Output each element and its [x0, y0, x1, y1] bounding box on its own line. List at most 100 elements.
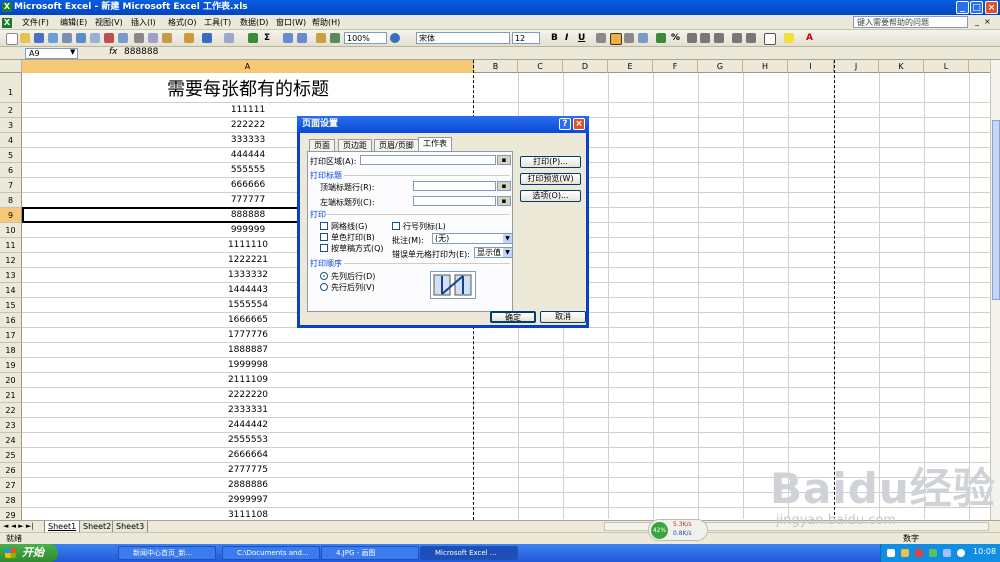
- percent-icon[interactable]: %: [671, 33, 680, 43]
- font-color-icon[interactable]: A: [806, 33, 813, 43]
- copy-icon[interactable]: [148, 33, 158, 43]
- doc-close-icon[interactable]: ×: [984, 17, 991, 26]
- increase-indent-icon[interactable]: [746, 33, 756, 43]
- row-header[interactable]: 2: [0, 103, 22, 118]
- row-header[interactable]: 14: [0, 283, 22, 298]
- row-header[interactable]: 3: [0, 118, 22, 133]
- cell-A[interactable]: 2888886: [23, 480, 473, 490]
- column-header-D[interactable]: D: [563, 60, 608, 73]
- sheet-nav-buttons[interactable]: ◄ ◄ ► ►|: [3, 522, 34, 530]
- order-down-radio[interactable]: [320, 272, 328, 280]
- cell-A[interactable]: 2444442: [23, 420, 473, 430]
- doc-min-icon[interactable]: _: [975, 17, 979, 26]
- row-header[interactable]: 12: [0, 253, 22, 268]
- row-header[interactable]: 17: [0, 328, 22, 343]
- column-header-J[interactable]: J: [834, 60, 879, 73]
- spelling-icon[interactable]: [104, 33, 114, 43]
- cell-A[interactable]: 2777775: [23, 465, 473, 475]
- start-button[interactable]: 开始: [0, 544, 58, 562]
- dialog-help-icon[interactable]: ?: [559, 118, 571, 130]
- name-box-dropdown-icon[interactable]: ▼: [70, 48, 75, 56]
- comma-style-icon[interactable]: [687, 33, 697, 43]
- cell-A[interactable]: 1777776: [23, 330, 473, 340]
- column-header-I[interactable]: I: [788, 60, 834, 73]
- row-header[interactable]: 8: [0, 193, 22, 208]
- network-monitor-widget[interactable]: 42% 5.3K/s 0.8K/s: [648, 519, 708, 541]
- print-button[interactable]: 打印(P)...: [520, 156, 581, 168]
- vertical-scroll-thumb[interactable]: [992, 120, 1000, 300]
- row-header[interactable]: 15: [0, 298, 22, 313]
- bw-checkbox[interactable]: [320, 233, 328, 241]
- cut-icon[interactable]: [134, 33, 144, 43]
- row-header[interactable]: 13: [0, 268, 22, 283]
- row-header[interactable]: 22: [0, 403, 22, 418]
- menu-window[interactable]: 窗口(W): [276, 17, 306, 28]
- cancel-button[interactable]: 取消: [540, 311, 586, 323]
- print-area-picker-icon[interactable]: ▪: [497, 155, 511, 165]
- document-icon[interactable]: X: [2, 18, 12, 28]
- task-excel[interactable]: Microsoft Excel ...: [420, 546, 518, 560]
- window-title-bar[interactable]: X Microsoft Excel - 新建 Microsoft Excel 工…: [0, 0, 1000, 15]
- row-header[interactable]: 6: [0, 163, 22, 178]
- menu-data[interactable]: 数据(D): [240, 17, 268, 28]
- cell-A[interactable]: 2111109: [23, 375, 473, 385]
- minimize-icon[interactable]: _: [956, 1, 969, 14]
- merge-center-icon[interactable]: [638, 33, 648, 43]
- redo-icon[interactable]: [224, 33, 234, 43]
- select-all-button[interactable]: [0, 60, 22, 73]
- drawing-icon[interactable]: [330, 33, 340, 43]
- row-header[interactable]: 19: [0, 358, 22, 373]
- bold-button[interactable]: B: [551, 33, 558, 43]
- align-right-icon[interactable]: [624, 33, 634, 43]
- volume-icon[interactable]: [957, 549, 965, 557]
- column-header-A[interactable]: A: [22, 60, 474, 73]
- ok-button[interactable]: 确定: [490, 311, 536, 323]
- increase-decimal-icon[interactable]: [700, 33, 710, 43]
- menu-tools[interactable]: 工具(T): [204, 17, 231, 28]
- print-preview-button[interactable]: 打印预览(W): [520, 173, 581, 185]
- font-name-select[interactable]: 宋体: [416, 32, 510, 44]
- email-icon[interactable]: [62, 33, 72, 43]
- help-icon[interactable]: [390, 33, 400, 43]
- comments-select[interactable]: (无) ▼: [432, 233, 513, 244]
- formula-input[interactable]: 888888: [124, 47, 158, 57]
- row-header[interactable]: 7: [0, 178, 22, 193]
- fill-color-icon[interactable]: [784, 33, 794, 43]
- cell-A[interactable]: 2666664: [23, 450, 473, 460]
- top-rows-input[interactable]: [413, 181, 496, 191]
- column-header-E[interactable]: E: [608, 60, 653, 73]
- zoom-select[interactable]: 100%: [344, 32, 387, 44]
- column-header-L[interactable]: L: [924, 60, 969, 73]
- row-header[interactable]: 23: [0, 418, 22, 433]
- permission-icon[interactable]: [48, 33, 58, 43]
- italic-button[interactable]: I: [565, 33, 568, 43]
- help-search-input[interactable]: 键入需要帮助的问题: [853, 16, 968, 28]
- errors-select[interactable]: 显示值 ▼: [474, 247, 513, 258]
- cell-A[interactable]: 2222220: [23, 390, 473, 400]
- row-header[interactable]: 18: [0, 343, 22, 358]
- tray-icon[interactable]: [887, 549, 895, 557]
- tray-icon[interactable]: [943, 549, 951, 557]
- menu-edit[interactable]: 编辑(E): [60, 17, 87, 28]
- draft-checkbox[interactable]: [320, 244, 328, 252]
- print-icon[interactable]: [76, 33, 86, 43]
- menu-format[interactable]: 格式(O): [168, 17, 197, 28]
- dialog-close-icon[interactable]: ×: [573, 118, 585, 130]
- menu-view[interactable]: 视图(V): [95, 17, 123, 28]
- left-cols-input[interactable]: [413, 196, 496, 206]
- rowcol-checkbox[interactable]: [392, 222, 400, 230]
- sort-ascending-icon[interactable]: [283, 33, 293, 43]
- chart-wizard-icon[interactable]: [316, 33, 326, 43]
- row-header[interactable]: 11: [0, 238, 22, 253]
- align-center-icon[interactable]: [610, 33, 622, 45]
- chevron-down-icon[interactable]: ▼: [503, 234, 512, 243]
- insert-function-icon[interactable]: fx: [109, 47, 118, 57]
- column-header-G[interactable]: G: [698, 60, 743, 73]
- borders-icon[interactable]: [764, 33, 776, 45]
- column-header-C[interactable]: C: [518, 60, 563, 73]
- row-header[interactable]: 16: [0, 313, 22, 328]
- row-header[interactable]: 5: [0, 148, 22, 163]
- column-header-K[interactable]: K: [879, 60, 924, 73]
- tray-icon[interactable]: [915, 549, 923, 557]
- cell-A[interactable]: 2999997: [23, 495, 473, 505]
